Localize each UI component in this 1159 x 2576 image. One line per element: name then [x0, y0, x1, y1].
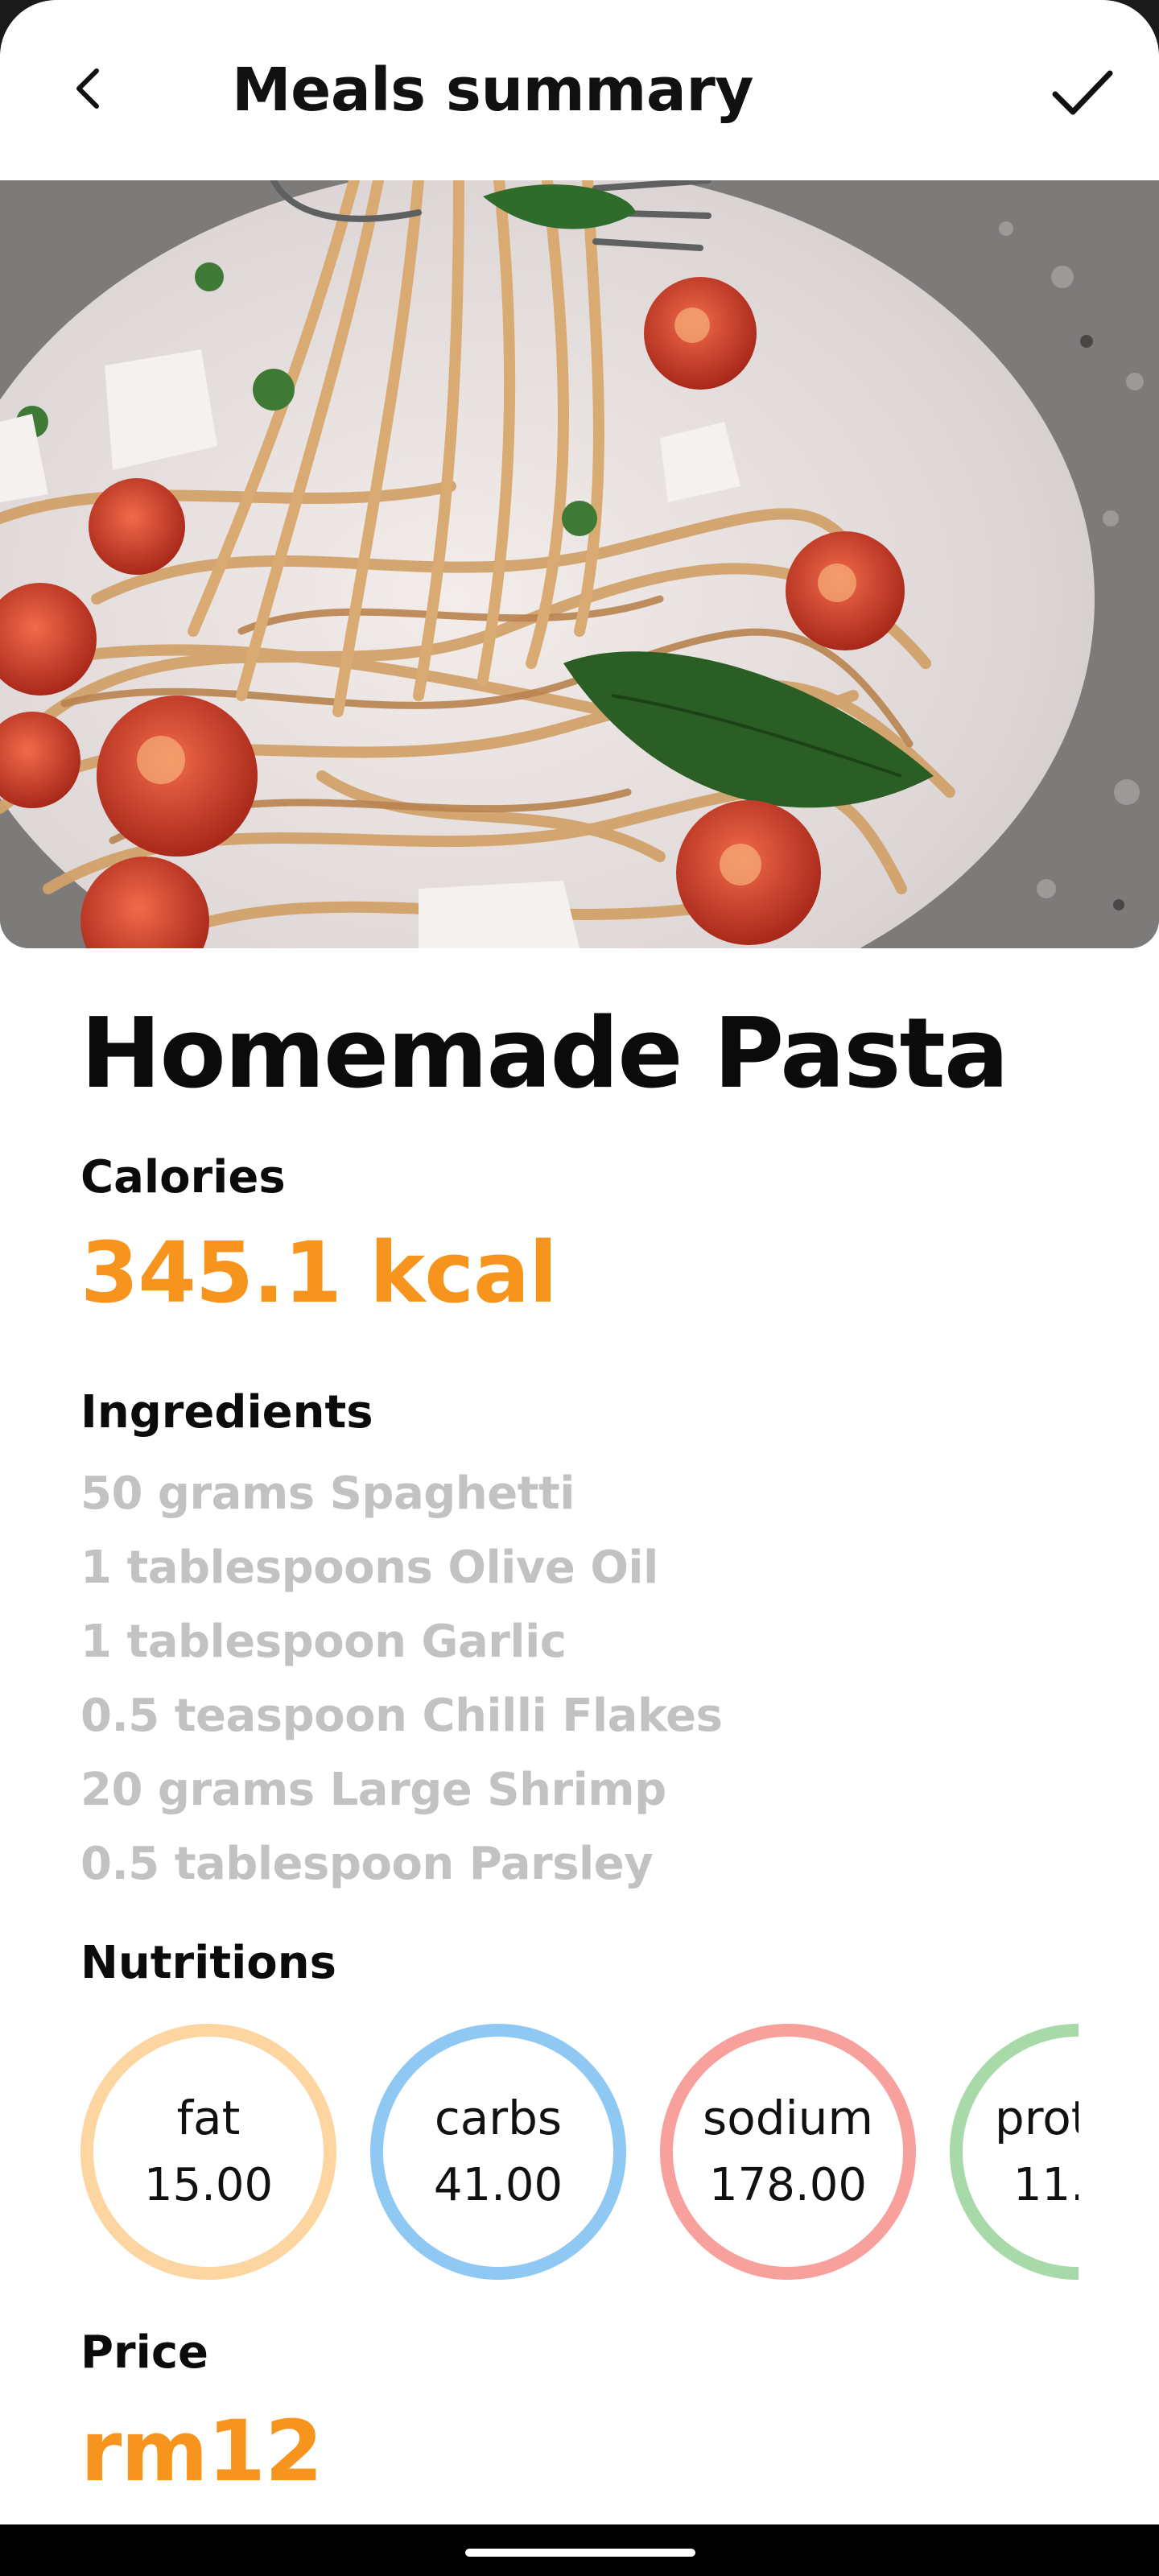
ingredient-item: 1 tablespoon Garlic	[80, 1616, 567, 1668]
meal-summary-screen: Meals summary Homemade Pasta Calories 34…	[0, 0, 1159, 2576]
ingredient-item: 50 grams Spaghetti	[80, 1468, 575, 1520]
confirm-button[interactable]	[1046, 56, 1119, 129]
nutrition-name: protein	[994, 2091, 1079, 2145]
ingredients-list: 50 grams Spaghetti 1 tablespoons Olive O…	[80, 1457, 1046, 1901]
page-title: Meals summary	[232, 56, 754, 125]
nutrition-sodium: sodium 178.00	[660, 2024, 916, 2280]
nutrition-fat: fat 15.00	[80, 2024, 336, 2280]
meal-photo	[0, 180, 1159, 948]
nutrition-protein: protein 11.00	[950, 2024, 1079, 2280]
ingredient-item: 1 tablespoons Olive Oil	[80, 1542, 658, 1594]
price-label: Price	[80, 2326, 209, 2379]
ingredient-item: 20 grams Large Shrimp	[80, 1764, 666, 1816]
nutrition-name: carbs	[434, 2091, 563, 2145]
price-value: rm12	[80, 2402, 323, 2500]
nutrition-name: fat	[176, 2091, 241, 2145]
nutrition-value: 11.00	[1013, 2159, 1079, 2211]
back-button[interactable]	[56, 56, 121, 121]
chevron-left-icon	[76, 68, 99, 109]
nutrition-name: sodium	[703, 2091, 873, 2145]
header-bar: Meals summary	[0, 0, 1159, 180]
nutrition-carousel[interactable]: fat 15.00 carbs 41.00 sodium 178.00 prot…	[80, 2021, 1079, 2286]
calories-value: 345.1 kcal	[80, 1224, 558, 1322]
ingredient-item: 0.5 tablespoon Parsley	[80, 1838, 654, 1890]
meal-name: Homemade Pasta	[80, 998, 1009, 1110]
check-icon	[1052, 70, 1113, 115]
nutrition-value: 41.00	[433, 2159, 563, 2211]
ingredient-item: 0.5 teaspoon Chilli Flakes	[80, 1690, 723, 1742]
ingredients-label: Ingredients	[80, 1386, 373, 1439]
home-indicator[interactable]	[465, 2549, 695, 2557]
nutrition-value: 178.00	[709, 2159, 867, 2211]
nutrition-carbs: carbs 41.00	[370, 2024, 626, 2280]
nutritions-label: Nutritions	[80, 1937, 336, 1989]
calories-label: Calories	[80, 1151, 286, 1203]
nutrition-value: 15.00	[143, 2159, 274, 2211]
